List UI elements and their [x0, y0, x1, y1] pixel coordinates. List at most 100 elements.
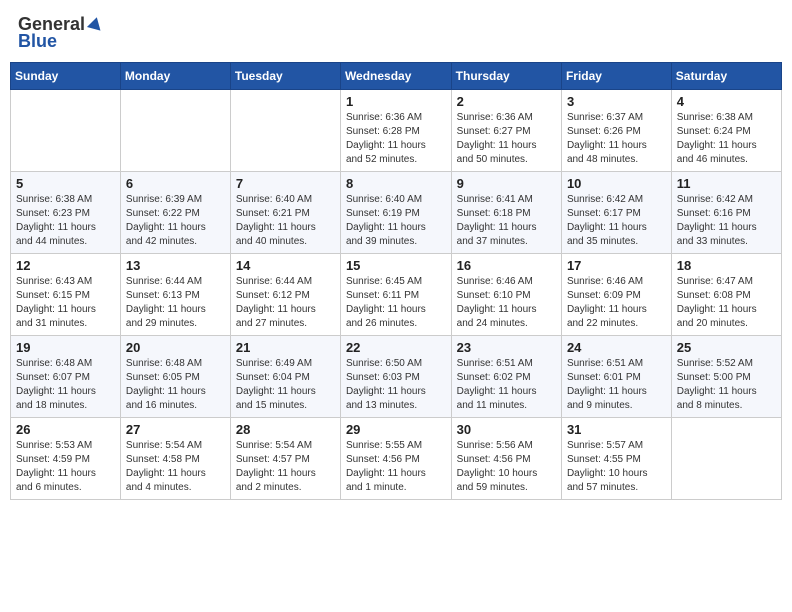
day-number: 30: [457, 422, 556, 437]
calendar-table: SundayMondayTuesdayWednesdayThursdayFrid…: [10, 62, 782, 500]
day-number: 25: [677, 340, 776, 355]
calendar-cell: 23Sunrise: 6:51 AM Sunset: 6:02 PM Dayli…: [451, 336, 561, 418]
cell-info: Sunrise: 6:40 AM Sunset: 6:21 PM Dayligh…: [236, 193, 335, 249]
calendar-cell: 18 Sunrise: 6:47 AM Sunset: 6:08 PM Dayli…: [671, 254, 781, 336]
col-header-friday: Friday: [561, 63, 671, 90]
col-header-thursday: Thursday: [451, 63, 561, 90]
day-number: 11: [677, 176, 776, 191]
day-number: 4: [677, 94, 776, 109]
day-number: 19: [16, 340, 115, 355]
day-number: 10: [567, 176, 666, 191]
cell-info: Sunrise: 6:42 AM Sunset: 6:17 PM Dayligh…: [567, 193, 666, 249]
day-number: 3: [567, 94, 666, 109]
calendar-cell: 12 Sunrise: 6:43 AM Sunset: 6:15 PM Dayli…: [11, 254, 121, 336]
calendar-cell: 25 Sunrise: 5:52 AM Sunset: 5:00 PM Dayli…: [671, 336, 781, 418]
cell-info: Sunrise: 6:42 AM Sunset: 6:16 PM Dayligh…: [677, 193, 776, 249]
calendar-header-row: SundayMondayTuesdayWednesdayThursdayFrid…: [11, 63, 782, 90]
cell-info: Sunrise: 6:43 AM Sunset: 6:15 PM Dayligh…: [16, 275, 115, 331]
calendar-week-1: 5 Sunrise: 6:38 AM Sunset: 6:23 PM Daylig…: [11, 172, 782, 254]
calendar-cell: [11, 90, 121, 172]
day-number: 18: [677, 258, 776, 273]
col-header-monday: Monday: [120, 63, 230, 90]
cell-info: Sunrise: 6:45 AM Sunset: 6:11 PM Dayligh…: [346, 275, 446, 331]
col-header-wednesday: Wednesday: [340, 63, 451, 90]
cell-info: Sunrise: 6:37 AM Sunset: 6:26 PM Dayligh…: [567, 111, 666, 167]
cell-info: Sunrise: 6:41 AM Sunset: 6:18 PM Dayligh…: [457, 193, 556, 249]
calendar-cell: 17 Sunrise: 6:46 AM Sunset: 6:09 PM Dayli…: [561, 254, 671, 336]
cell-info: Sunrise: 6:47 AM Sunset: 6:08 PM Dayligh…: [677, 275, 776, 331]
calendar-cell: 29 Sunrise: 5:55 AM Sunset: 4:56 PM Dayli…: [340, 418, 451, 500]
cell-info: Sunrise: 5:53 AM Sunset: 4:59 PM Dayligh…: [16, 439, 115, 495]
calendar-cell: 26 Sunrise: 5:53 AM Sunset: 4:59 PM Dayli…: [11, 418, 121, 500]
logo-arrow-icon: [86, 15, 104, 33]
day-number: 12: [16, 258, 115, 273]
day-number: 20: [126, 340, 225, 355]
col-header-saturday: Saturday: [671, 63, 781, 90]
day-number: 27: [126, 422, 225, 437]
calendar-cell: 30Sunrise: 5:56 AM Sunset: 4:56 PM Dayli…: [451, 418, 561, 500]
day-number: 28: [236, 422, 335, 437]
day-number: 9: [457, 176, 556, 191]
calendar-cell: 13 Sunrise: 6:44 AM Sunset: 6:13 PM Dayli…: [120, 254, 230, 336]
cell-info: Sunrise: 6:50 AM Sunset: 6:03 PM Dayligh…: [346, 357, 446, 413]
cell-info: Sunrise: 5:54 AM Sunset: 4:58 PM Dayligh…: [126, 439, 225, 495]
calendar-cell: 11 Sunrise: 6:42 AM Sunset: 6:16 PM Dayli…: [671, 172, 781, 254]
day-number: 8: [346, 176, 446, 191]
cell-info: Sunrise: 6:44 AM Sunset: 6:13 PM Dayligh…: [126, 275, 225, 331]
cell-info: Sunrise: 6:38 AM Sunset: 6:23 PM Dayligh…: [16, 193, 115, 249]
cell-info: Sunrise: 6:49 AM Sunset: 6:04 PM Dayligh…: [236, 357, 335, 413]
calendar-week-0: 1Sunrise: 6:36 AM Sunset: 6:28 PM Daylig…: [11, 90, 782, 172]
day-number: 29: [346, 422, 446, 437]
day-number: 1: [346, 94, 446, 109]
calendar-cell: 20 Sunrise: 6:48 AM Sunset: 6:05 PM Dayli…: [120, 336, 230, 418]
logo-blue: Blue: [18, 31, 57, 52]
cell-info: Sunrise: 6:46 AM Sunset: 6:09 PM Dayligh…: [567, 275, 666, 331]
day-number: 13: [126, 258, 225, 273]
cell-info: Sunrise: 6:36 AM Sunset: 6:27 PM Dayligh…: [457, 111, 556, 167]
cell-info: Sunrise: 6:44 AM Sunset: 6:12 PM Dayligh…: [236, 275, 335, 331]
calendar-week-2: 12 Sunrise: 6:43 AM Sunset: 6:15 PM Dayli…: [11, 254, 782, 336]
day-number: 17: [567, 258, 666, 273]
calendar-cell: 22 Sunrise: 6:50 AM Sunset: 6:03 PM Dayli…: [340, 336, 451, 418]
cell-info: Sunrise: 6:48 AM Sunset: 6:07 PM Dayligh…: [16, 357, 115, 413]
day-number: 5: [16, 176, 115, 191]
day-number: 22: [346, 340, 446, 355]
cell-info: Sunrise: 6:46 AM Sunset: 6:10 PM Dayligh…: [457, 275, 556, 331]
calendar-cell: 4 Sunrise: 6:38 AM Sunset: 6:24 PM Daylig…: [671, 90, 781, 172]
calendar-cell: 14Sunrise: 6:44 AM Sunset: 6:12 PM Dayli…: [230, 254, 340, 336]
day-number: 26: [16, 422, 115, 437]
calendar-cell: 3 Sunrise: 6:37 AM Sunset: 6:26 PM Daylig…: [561, 90, 671, 172]
calendar-cell: 27 Sunrise: 5:54 AM Sunset: 4:58 PM Dayli…: [120, 418, 230, 500]
cell-info: Sunrise: 6:38 AM Sunset: 6:24 PM Dayligh…: [677, 111, 776, 167]
calendar-cell: 9 Sunrise: 6:41 AM Sunset: 6:18 PM Daylig…: [451, 172, 561, 254]
calendar-cell: 5 Sunrise: 6:38 AM Sunset: 6:23 PM Daylig…: [11, 172, 121, 254]
calendar-cell: [671, 418, 781, 500]
page-header: General Blue: [10, 10, 782, 56]
calendar-cell: [230, 90, 340, 172]
calendar-cell: 2Sunrise: 6:36 AM Sunset: 6:27 PM Daylig…: [451, 90, 561, 172]
calendar-cell: 16 Sunrise: 6:46 AM Sunset: 6:10 PM Dayli…: [451, 254, 561, 336]
calendar-cell: 28 Sunrise: 5:54 AM Sunset: 4:57 PM Dayli…: [230, 418, 340, 500]
calendar-cell: [120, 90, 230, 172]
calendar-cell: 10 Sunrise: 6:42 AM Sunset: 6:17 PM Dayli…: [561, 172, 671, 254]
day-number: 23: [457, 340, 556, 355]
calendar-cell: 15 Sunrise: 6:45 AM Sunset: 6:11 PM Dayli…: [340, 254, 451, 336]
logo: General Blue: [18, 14, 104, 52]
day-number: 6: [126, 176, 225, 191]
cell-info: Sunrise: 5:52 AM Sunset: 5:00 PM Dayligh…: [677, 357, 776, 413]
day-number: 24: [567, 340, 666, 355]
calendar-cell: 21Sunrise: 6:49 AM Sunset: 6:04 PM Dayli…: [230, 336, 340, 418]
day-number: 15: [346, 258, 446, 273]
cell-info: Sunrise: 6:48 AM Sunset: 6:05 PM Dayligh…: [126, 357, 225, 413]
cell-info: Sunrise: 5:54 AM Sunset: 4:57 PM Dayligh…: [236, 439, 335, 495]
calendar-cell: 19 Sunrise: 6:48 AM Sunset: 6:07 PM Dayli…: [11, 336, 121, 418]
calendar-cell: 31Sunrise: 5:57 AM Sunset: 4:55 PM Dayli…: [561, 418, 671, 500]
calendar-cell: 24Sunrise: 6:51 AM Sunset: 6:01 PM Dayli…: [561, 336, 671, 418]
day-number: 31: [567, 422, 666, 437]
cell-info: Sunrise: 6:39 AM Sunset: 6:22 PM Dayligh…: [126, 193, 225, 249]
calendar-cell: 8Sunrise: 6:40 AM Sunset: 6:19 PM Daylig…: [340, 172, 451, 254]
day-number: 16: [457, 258, 556, 273]
calendar-cell: 1Sunrise: 6:36 AM Sunset: 6:28 PM Daylig…: [340, 90, 451, 172]
cell-info: Sunrise: 5:55 AM Sunset: 4:56 PM Dayligh…: [346, 439, 446, 495]
calendar-week-4: 26 Sunrise: 5:53 AM Sunset: 4:59 PM Dayli…: [11, 418, 782, 500]
